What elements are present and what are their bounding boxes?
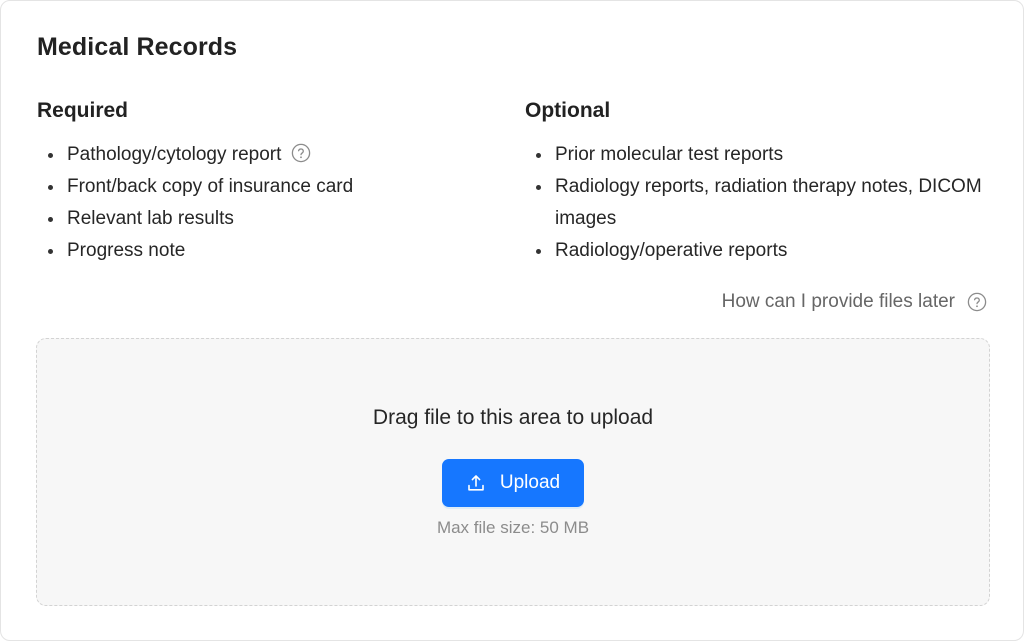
question-circle-icon[interactable] — [291, 143, 311, 163]
list-item: Radiology reports, radiation therapy not… — [525, 171, 995, 235]
medical-records-card: Medical Records Required Pathology/cytol… — [0, 0, 1024, 641]
list-item: Front/back copy of insurance card — [37, 171, 497, 203]
upload-button-label: Upload — [499, 472, 561, 493]
list-item: Progress note — [37, 235, 497, 267]
upload-dropzone[interactable]: Drag file to this area to upload Upload … — [36, 338, 990, 606]
provide-files-later-label[interactable]: How can I provide files later — [722, 291, 955, 313]
upload-button[interactable]: Upload — [442, 459, 584, 507]
question-circle-icon[interactable] — [967, 292, 987, 312]
list-item: Radiology/operative reports — [525, 235, 995, 267]
required-heading: Required — [37, 99, 129, 122]
dropzone-text: Drag file to this area to upload — [372, 406, 654, 429]
max-file-size-text: Max file size: 50 MB — [436, 518, 590, 537]
list-item: Pathology/cytology report — [37, 139, 497, 171]
list-item-label: Pathology/cytology report — [67, 144, 282, 165]
list-item: Relevant lab results — [37, 203, 497, 235]
page-title: Medical Records — [37, 33, 238, 61]
optional-list: Prior molecular test reports Radiology r… — [525, 139, 995, 267]
optional-section: Optional Prior molecular test reports Ra… — [525, 99, 995, 267]
upload-icon — [468, 475, 484, 491]
required-list: Pathology/cytology report Front/back cop… — [37, 139, 497, 267]
list-item: Prior molecular test reports — [525, 139, 995, 171]
required-section: Required Pathology/cytology report Front… — [37, 99, 497, 267]
optional-heading: Optional — [525, 99, 611, 122]
provide-files-later-link[interactable]: How can I provide files later — [722, 291, 987, 313]
